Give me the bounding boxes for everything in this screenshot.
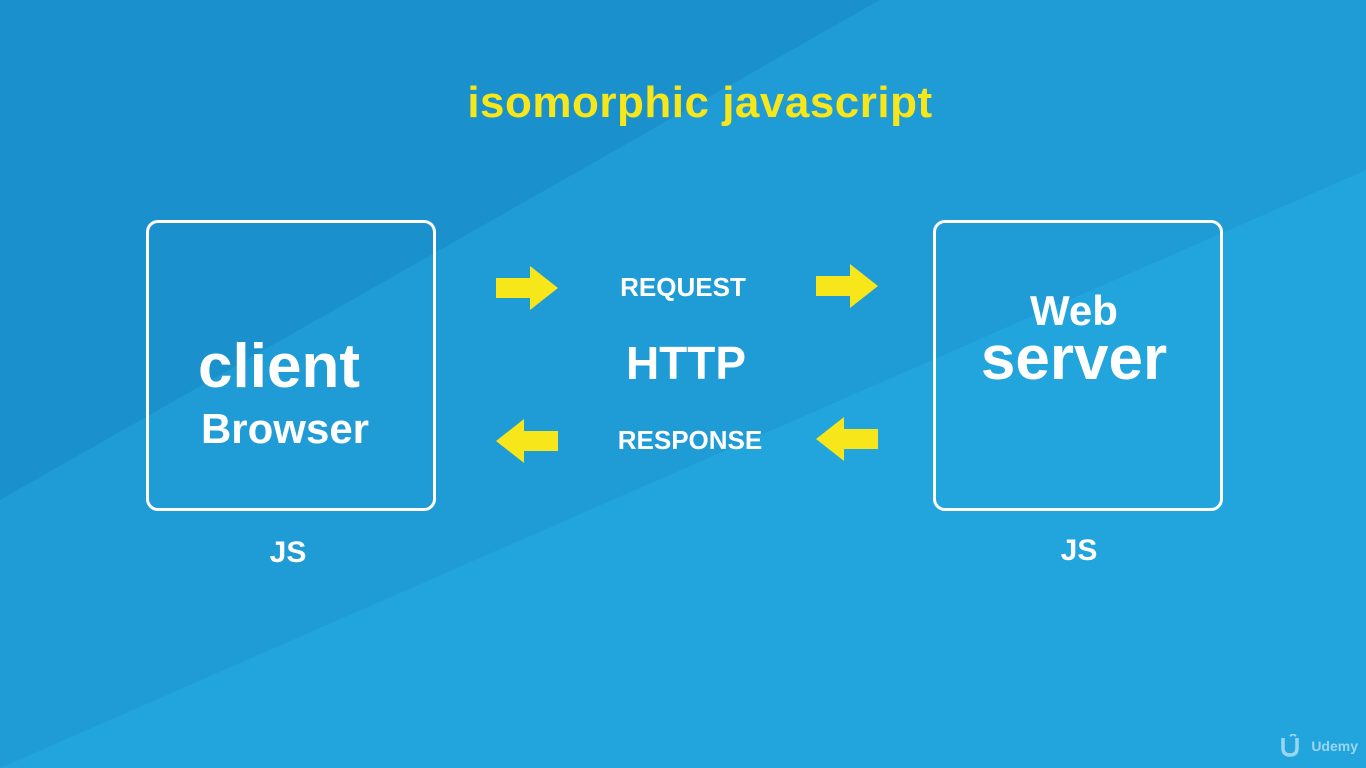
client-box: client Browser bbox=[146, 220, 436, 511]
slide-title: isomorphic javascript bbox=[467, 78, 933, 127]
response-label: RESPONSE bbox=[617, 425, 763, 455]
http-label: HTTP bbox=[625, 337, 747, 389]
udemy-logo-icon bbox=[1281, 734, 1300, 757]
brand-name: Udemy bbox=[1311, 738, 1358, 754]
browser-label: Browser bbox=[200, 405, 370, 452]
server-box: Web server bbox=[933, 220, 1223, 511]
response-arrow-left-icon bbox=[496, 419, 558, 463]
request-label: REQUEST bbox=[620, 272, 746, 302]
request-arrow-right-icon bbox=[816, 264, 878, 308]
server-js-label: JS bbox=[1060, 534, 1098, 567]
server-label: server bbox=[980, 324, 1168, 393]
brand-watermark: Udemy bbox=[1279, 734, 1358, 758]
request-arrow-left-icon bbox=[496, 266, 558, 310]
client-js-label: JS bbox=[269, 536, 307, 569]
client-label: client bbox=[198, 332, 360, 401]
response-arrow-right-icon bbox=[816, 417, 878, 461]
